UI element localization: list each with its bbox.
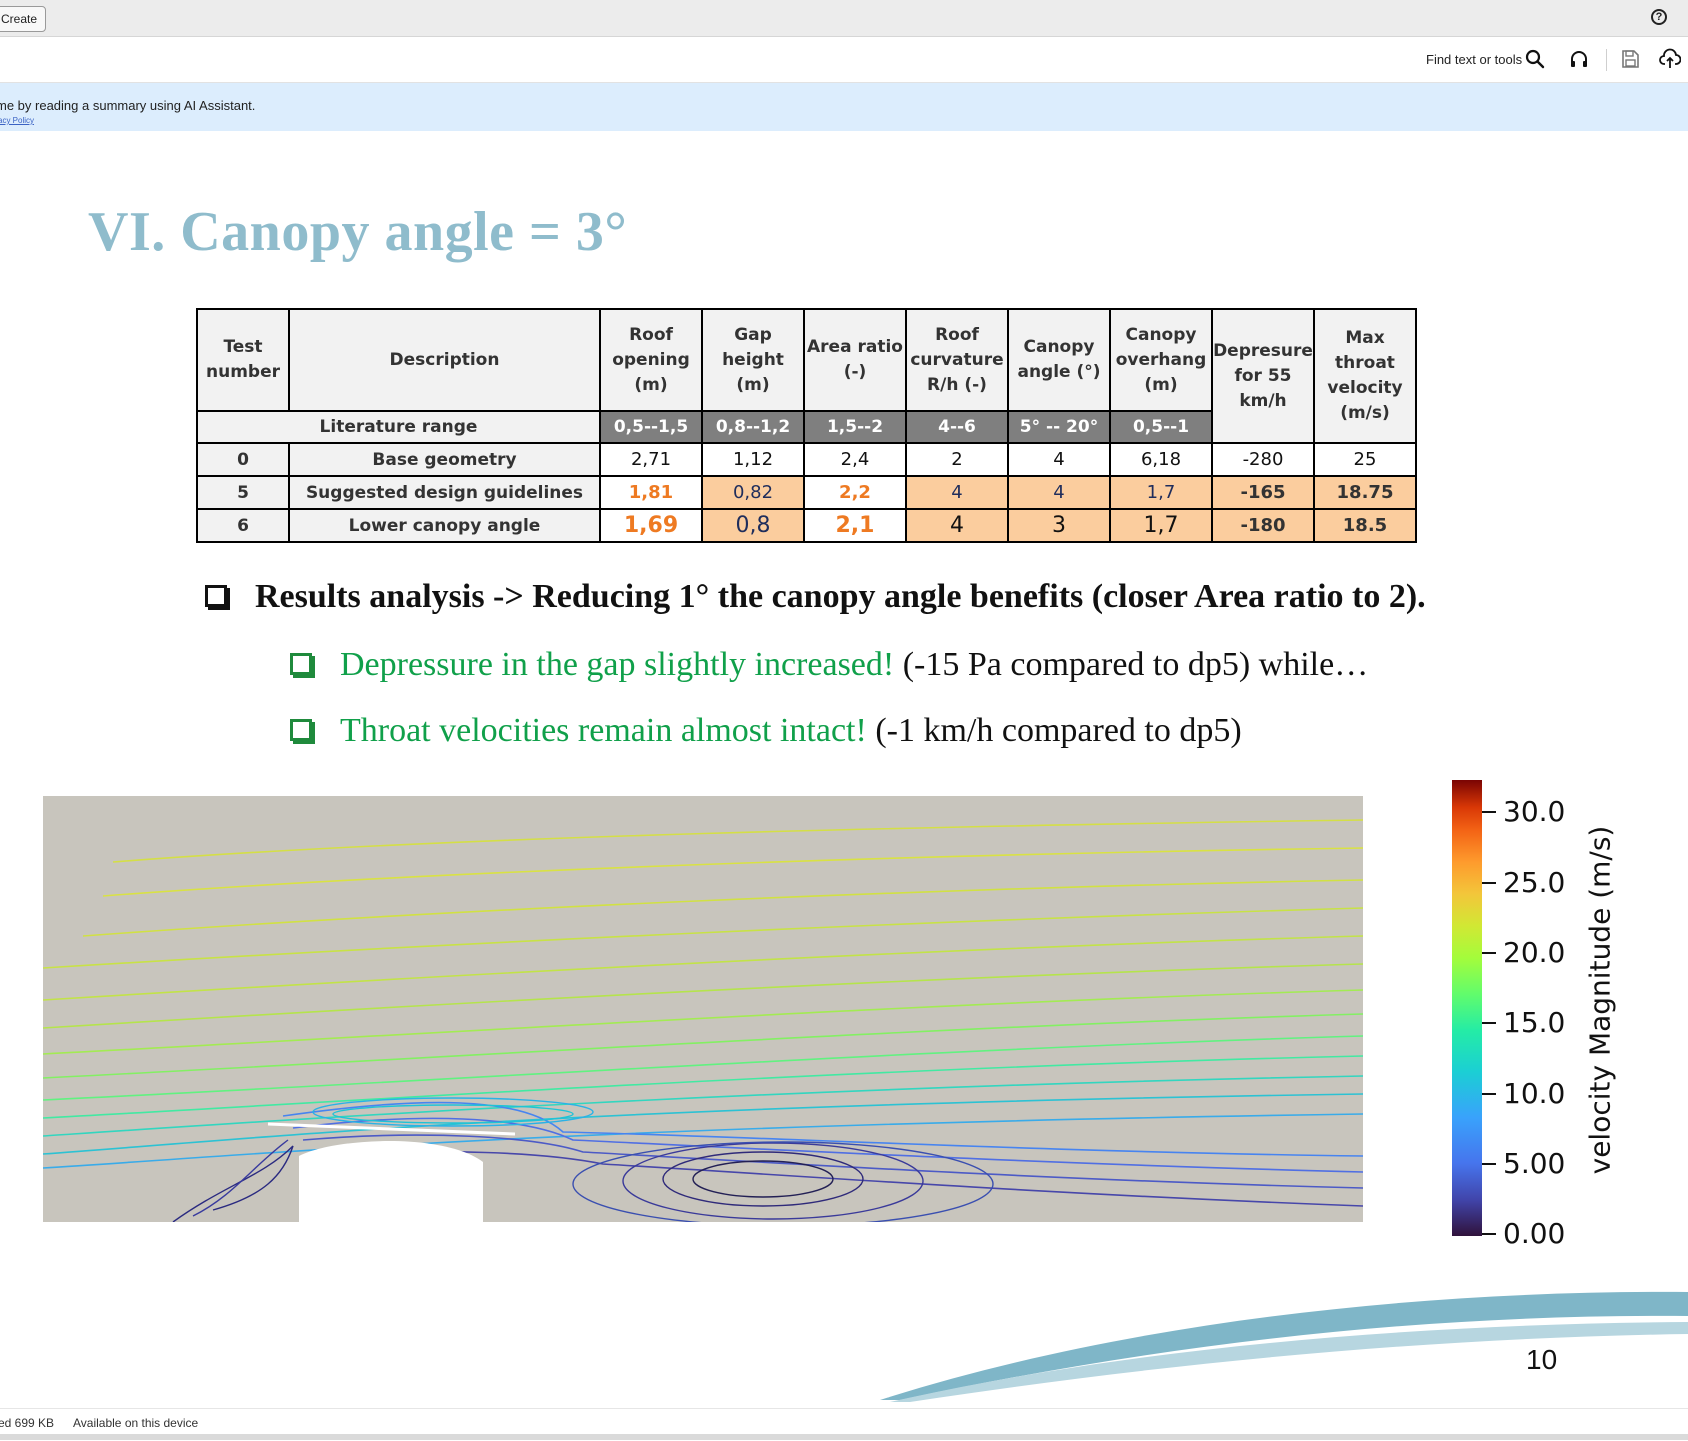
test-number-cell: 0 (196, 442, 290, 477)
value-cell: 6,18 (1109, 442, 1213, 477)
table-header-row: Test number Description Roof opening (m)… (196, 308, 1417, 444)
header-test-number: Test number (196, 308, 290, 412)
cloud-upload-icon[interactable] (1659, 48, 1681, 70)
literature-value: 1,5--2 (803, 410, 907, 444)
value-cell: 2,2 (803, 475, 907, 510)
header-canopy-angle: Canopy angle (°) (1007, 308, 1111, 412)
slide-title: VI. Canopy angle = 3° (88, 201, 628, 263)
colorbar-tick-label: 20.0 (1503, 936, 1566, 969)
create-button[interactable]: Create (0, 6, 47, 32)
value-cell: 18.75 (1313, 475, 1417, 510)
taskbar-strip (0, 1434, 1688, 1440)
colorbar-tick-label: 0.00 (1503, 1217, 1566, 1250)
literature-value: 0,5--1 (1109, 410, 1213, 444)
description-cell: Base geometry (288, 442, 601, 477)
find-text-label[interactable]: Find text or tools (1426, 52, 1522, 67)
ai-assistant-banner: me by reading a summary using AI Assista… (0, 83, 1688, 131)
value-cell: 1,7 (1109, 475, 1213, 510)
header-gap-height: Gap height (m) (701, 308, 805, 412)
value-cell: 1,12 (701, 442, 805, 477)
value-cell: 1,69 (599, 508, 703, 543)
description-cell: Suggested design guidelines (288, 475, 601, 510)
privacy-policy-link[interactable]: vacy Policy (0, 116, 34, 125)
colorbar-tick (1482, 882, 1496, 884)
header-area-ratio: Area ratio (-) (803, 308, 907, 412)
search-icon[interactable] (1524, 48, 1546, 70)
value-cell: -280 (1211, 442, 1315, 477)
streamline-visualization (43, 796, 1363, 1222)
value-cell: 2,71 (599, 442, 703, 477)
value-cell: 0,8 (701, 508, 805, 543)
description-cell: Lower canopy angle (288, 508, 601, 543)
checkbox-bullet-icon (290, 719, 315, 744)
literature-value: 0,5--1,5 (599, 410, 703, 444)
colorbar-title: velocity Magnitude (m/s) (1583, 825, 1617, 1175)
banner-text: me by reading a summary using AI Assista… (0, 98, 256, 113)
colorbar-tick (1482, 1022, 1496, 1024)
results-analysis-bullet: Results analysis -> Reducing 1° the cano… (255, 578, 1426, 615)
colorbar-tick-label: 25.0 (1503, 866, 1566, 899)
value-cell: 2 (905, 442, 1009, 477)
colorbar-tick-label: 10.0 (1503, 1077, 1566, 1110)
help-glyph: ? (1655, 11, 1663, 23)
header-description: Description (288, 308, 601, 412)
value-cell: 4 (1007, 475, 1111, 510)
depressure-detail: (-15 Pa compared to dp5) while… (894, 646, 1369, 683)
availability-status: Available on this device (73, 1416, 199, 1430)
header-roof-opening: Roof opening (m) (599, 308, 703, 412)
literature-value: 0,8--1,2 (701, 410, 805, 444)
test-number-cell: 5 (196, 475, 290, 510)
save-icon[interactable] (1619, 48, 1641, 70)
file-size: ed 699 KB (0, 1416, 55, 1430)
literature-value: 5° -- 20° (1007, 410, 1111, 444)
document-toolbar: Find text or tools (0, 37, 1688, 83)
header-roof-curvature: Roof curvature R/h (-) (905, 308, 1009, 412)
top-app-bar: Create ? (0, 0, 1688, 37)
value-cell: 18.5 (1313, 508, 1417, 543)
table-row: 5 Suggested design guidelines 1,81 0,82 … (196, 475, 1417, 510)
colorbar-tick-label: 30.0 (1503, 795, 1566, 828)
colorbar-tick-label: 5.00 (1503, 1147, 1566, 1180)
value-cell: -165 (1211, 475, 1315, 510)
header-canopy-overhang: Canopy overhang (m) (1109, 308, 1213, 412)
toolbar-separator (1606, 49, 1607, 71)
help-icon[interactable]: ? (1651, 9, 1667, 25)
literature-value: 4--6 (905, 410, 1009, 444)
literature-range-label: Literature range (196, 410, 601, 444)
value-cell: 25 (1313, 442, 1417, 477)
throat-velocity-bullet: Throat velocities remain almost intact! … (340, 712, 1242, 750)
value-cell: 4 (1007, 442, 1111, 477)
velocity-colorbar (1452, 780, 1482, 1236)
colorbar-tick (1482, 1093, 1496, 1095)
test-number-cell: 6 (196, 508, 290, 543)
value-cell: 1,7 (1109, 508, 1213, 543)
checkbox-bullet-icon (290, 653, 315, 678)
depressure-bullet: Depressure in the gap slightly increased… (340, 646, 1368, 684)
value-cell: 4 (905, 508, 1009, 543)
value-cell: 4 (905, 475, 1009, 510)
colorbar-tick (1482, 811, 1496, 813)
depressure-highlight: Depressure in the gap slightly increased… (340, 646, 895, 683)
header-depressure: Depresure for 55 km/h (1211, 308, 1315, 444)
throat-velocity-highlight: Throat velocities remain almost intact! (340, 712, 867, 749)
value-cell: 2,4 (803, 442, 907, 477)
page-number: 10 (1526, 1344, 1558, 1375)
value-cell: -180 (1211, 508, 1315, 543)
checkbox-bullet-icon (205, 585, 230, 610)
value-cell: 1,81 (599, 475, 703, 510)
colorbar-tick (1482, 952, 1496, 954)
headphones-icon[interactable] (1568, 48, 1590, 70)
table-row: 6 Lower canopy angle 1,69 0,8 2,1 4 3 1,… (196, 508, 1417, 543)
value-cell: 2,1 (803, 508, 907, 543)
colorbar-tick-label: 15.0 (1503, 1006, 1566, 1039)
colorbar-tick (1482, 1163, 1496, 1165)
value-cell: 0,82 (701, 475, 805, 510)
throat-velocity-detail: (-1 km/h compared to dp5) (866, 712, 1242, 749)
table-row: 0 Base geometry 2,71 1,12 2,4 2 4 6,18 -… (196, 442, 1417, 477)
decorative-swoosh (880, 1291, 1688, 1402)
header-max-throat-velocity: Max throat velocity (m/s) (1313, 308, 1417, 444)
value-cell: 3 (1007, 508, 1111, 543)
colorbar-tick (1482, 1233, 1496, 1235)
parameters-table: Test number Description Roof opening (m)… (196, 308, 1417, 543)
